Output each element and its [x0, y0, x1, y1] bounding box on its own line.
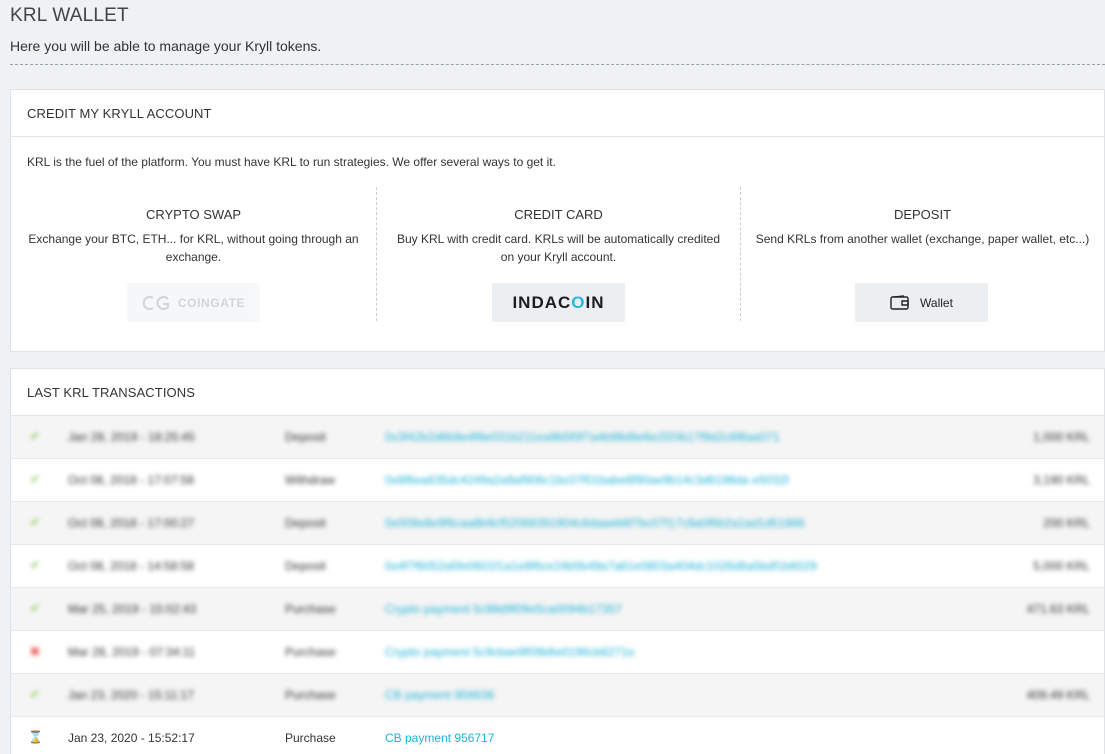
- tx-date: Mar 28, 2019 - 07:34:11: [68, 645, 196, 659]
- tx-amount: 471.63 KRL: [1026, 602, 1090, 616]
- credit-intro-text: KRL is the fuel of the platform. You mus…: [27, 155, 556, 169]
- wallet-button-content: Wallet: [890, 294, 953, 311]
- wallet-button-label: Wallet: [920, 295, 953, 310]
- page-header: KRL WALLET Here you will be able to mana…: [10, 0, 1105, 54]
- table-row: ✔ Jan 28, 2019 - 18:25:45 Deposit 0x3f42b2d…: [11, 416, 1104, 459]
- hourglass-icon: ⌛: [28, 730, 43, 744]
- table-row: ✔ Mar 25, 2019 - 15:02:43 Purchase Crypto p…: [11, 588, 1104, 631]
- credit-methods: CRYPTO SWAP Exchange your BTC, ETH... fo…: [11, 187, 1104, 322]
- table-row: ✔ Oct 08, 2018 - 17:07:58 Withdraw 0x8f6ea6…: [11, 459, 1104, 502]
- check-icon: ✔: [29, 687, 41, 701]
- tx-date: Oct 08, 2018 - 17:07:58: [68, 473, 195, 487]
- table-row: ✔ Oct 08, 2018 - 14:58:58 Deposit 0x4f7f605…: [11, 545, 1104, 588]
- tx-type: Deposit: [285, 430, 326, 444]
- credit-account-card: CREDIT MY KRYLL ACCOUNT KRL is the fuel …: [10, 89, 1105, 352]
- tx-amount: 409.49 KRL: [1026, 688, 1090, 702]
- method-title: DEPOSIT: [893, 207, 952, 222]
- tx-date: Mar 25, 2019 - 15:02:43: [68, 602, 197, 616]
- tx-reference-link[interactable]: Crypto payment 5c9cbae9f09b6e0196cb8271e: [385, 645, 635, 659]
- tx-reference-link[interactable]: CB payment 956636: [385, 688, 494, 702]
- tx-type: Purchase: [285, 731, 336, 745]
- coingate-logo: COINGATE: [142, 295, 245, 311]
- wallet-icon: [890, 294, 909, 310]
- check-icon: ✔: [29, 429, 41, 443]
- tx-type: Withdraw: [285, 473, 336, 487]
- indacoin-button[interactable]: INDACOIN: [492, 283, 625, 322]
- check-icon: ✔: [29, 515, 41, 529]
- indacoin-logo: INDACOIN: [512, 293, 604, 313]
- transactions-header: LAST KRL TRANSACTIONS: [11, 369, 1104, 416]
- indacoin-logo-accent: O: [571, 292, 586, 312]
- check-icon: ✔: [29, 472, 41, 486]
- tx-reference-link[interactable]: CB payment 956717: [385, 731, 494, 745]
- tx-amount: 200 KRL: [1043, 516, 1090, 530]
- tx-date: Oct 08, 2018 - 14:58:58: [68, 559, 195, 573]
- coingate-label: COINGATE: [177, 295, 246, 310]
- method-deposit: DEPOSIT Send KRLs from another wallet (e…: [740, 187, 1104, 322]
- tx-type: Purchase: [285, 645, 336, 659]
- tx-amount: 1,000 KRL: [1033, 430, 1090, 444]
- table-row: ✔ Oct 08, 2018 - 17:00:27 Deposit 0x009e8e9…: [11, 502, 1104, 545]
- tx-reference-link[interactable]: 0x8f6ea635dc4249a2a9af906c1bc07f01babe8f…: [385, 473, 789, 487]
- coingate-button[interactable]: COINGATE: [127, 283, 260, 322]
- tx-type: Deposit: [285, 516, 326, 530]
- indacoin-logo-part: INDAC: [512, 292, 572, 312]
- method-description: Send KRLs from another wallet (exchange,…: [755, 232, 1090, 246]
- tx-type: Deposit: [285, 559, 326, 573]
- tx-reference-link[interactable]: 0x4f7f6052a5fe0601f1a1e8f6ce24b5b49a7a61…: [385, 559, 817, 573]
- tx-type: Purchase: [285, 602, 336, 616]
- table-row: ✖ Mar 28, 2019 - 07:34:11 Purchase Crypto p…: [11, 631, 1104, 674]
- tx-reference-link[interactable]: 0x009e8e9f6caa8b9cf52068391904c6daaeb6f7…: [385, 516, 805, 530]
- tx-date: Oct 08, 2018 - 17:00:27: [68, 516, 195, 530]
- credit-card-header: CREDIT MY KRYLL ACCOUNT: [11, 90, 1104, 137]
- table-row: ⌛ Jan 23, 2020 - 15:52:17 Purchase CB payme…: [11, 717, 1104, 754]
- page-subtitle: Here you will be able to manage your Kry…: [10, 38, 322, 54]
- tx-date: Jan 23, 2020 - 15:52:17: [68, 731, 195, 745]
- tx-reference-link[interactable]: Crypto payment 5c98d9f09e5ca0094b17357: [385, 602, 622, 616]
- method-crypto-swap: CRYPTO SWAP Exchange your BTC, ETH... fo…: [11, 187, 376, 322]
- header-divider: [10, 64, 1105, 65]
- table-row: ✔ Jan 23, 2020 - 15:11:17 Purchase CB payme…: [11, 674, 1104, 717]
- method-title: CRYPTO SWAP: [145, 207, 242, 222]
- transactions-card: LAST KRL TRANSACTIONS ✔ Jan 28, 2019 - 18…: [10, 368, 1105, 754]
- cross-icon: ✖: [29, 644, 41, 659]
- transactions-table: ✔ Jan 28, 2019 - 18:25:45 Deposit 0x3f42b2d…: [11, 416, 1104, 754]
- coingate-icon: [142, 295, 169, 310]
- wallet-button[interactable]: Wallet: [855, 283, 988, 322]
- tx-date: Jan 28, 2019 - 18:25:45: [68, 430, 195, 444]
- indacoin-logo-part: IN: [585, 292, 605, 312]
- check-icon: ✔: [29, 601, 41, 615]
- method-credit-card: CREDIT CARD Buy KRL with credit card. KR…: [376, 187, 740, 322]
- tx-reference-link[interactable]: 0x3f42b2d6b9e4f8e031b211ea9b5f0f7a4b98d8…: [385, 430, 780, 444]
- tx-type: Purchase: [285, 688, 336, 702]
- method-description: Buy KRL with credit card. KRLs will be a…: [396, 232, 721, 264]
- tx-amount: 5,000 KRL: [1033, 559, 1090, 573]
- tx-date: Jan 23, 2020 - 15:11:17: [68, 688, 194, 702]
- method-description: Exchange your BTC, ETH... for KRL, witho…: [28, 232, 359, 264]
- method-title: CREDIT CARD: [514, 207, 603, 222]
- check-icon: ✔: [29, 558, 41, 572]
- page-title: KRL WALLET: [10, 5, 129, 26]
- tx-amount: 3,190 KRL: [1033, 473, 1090, 487]
